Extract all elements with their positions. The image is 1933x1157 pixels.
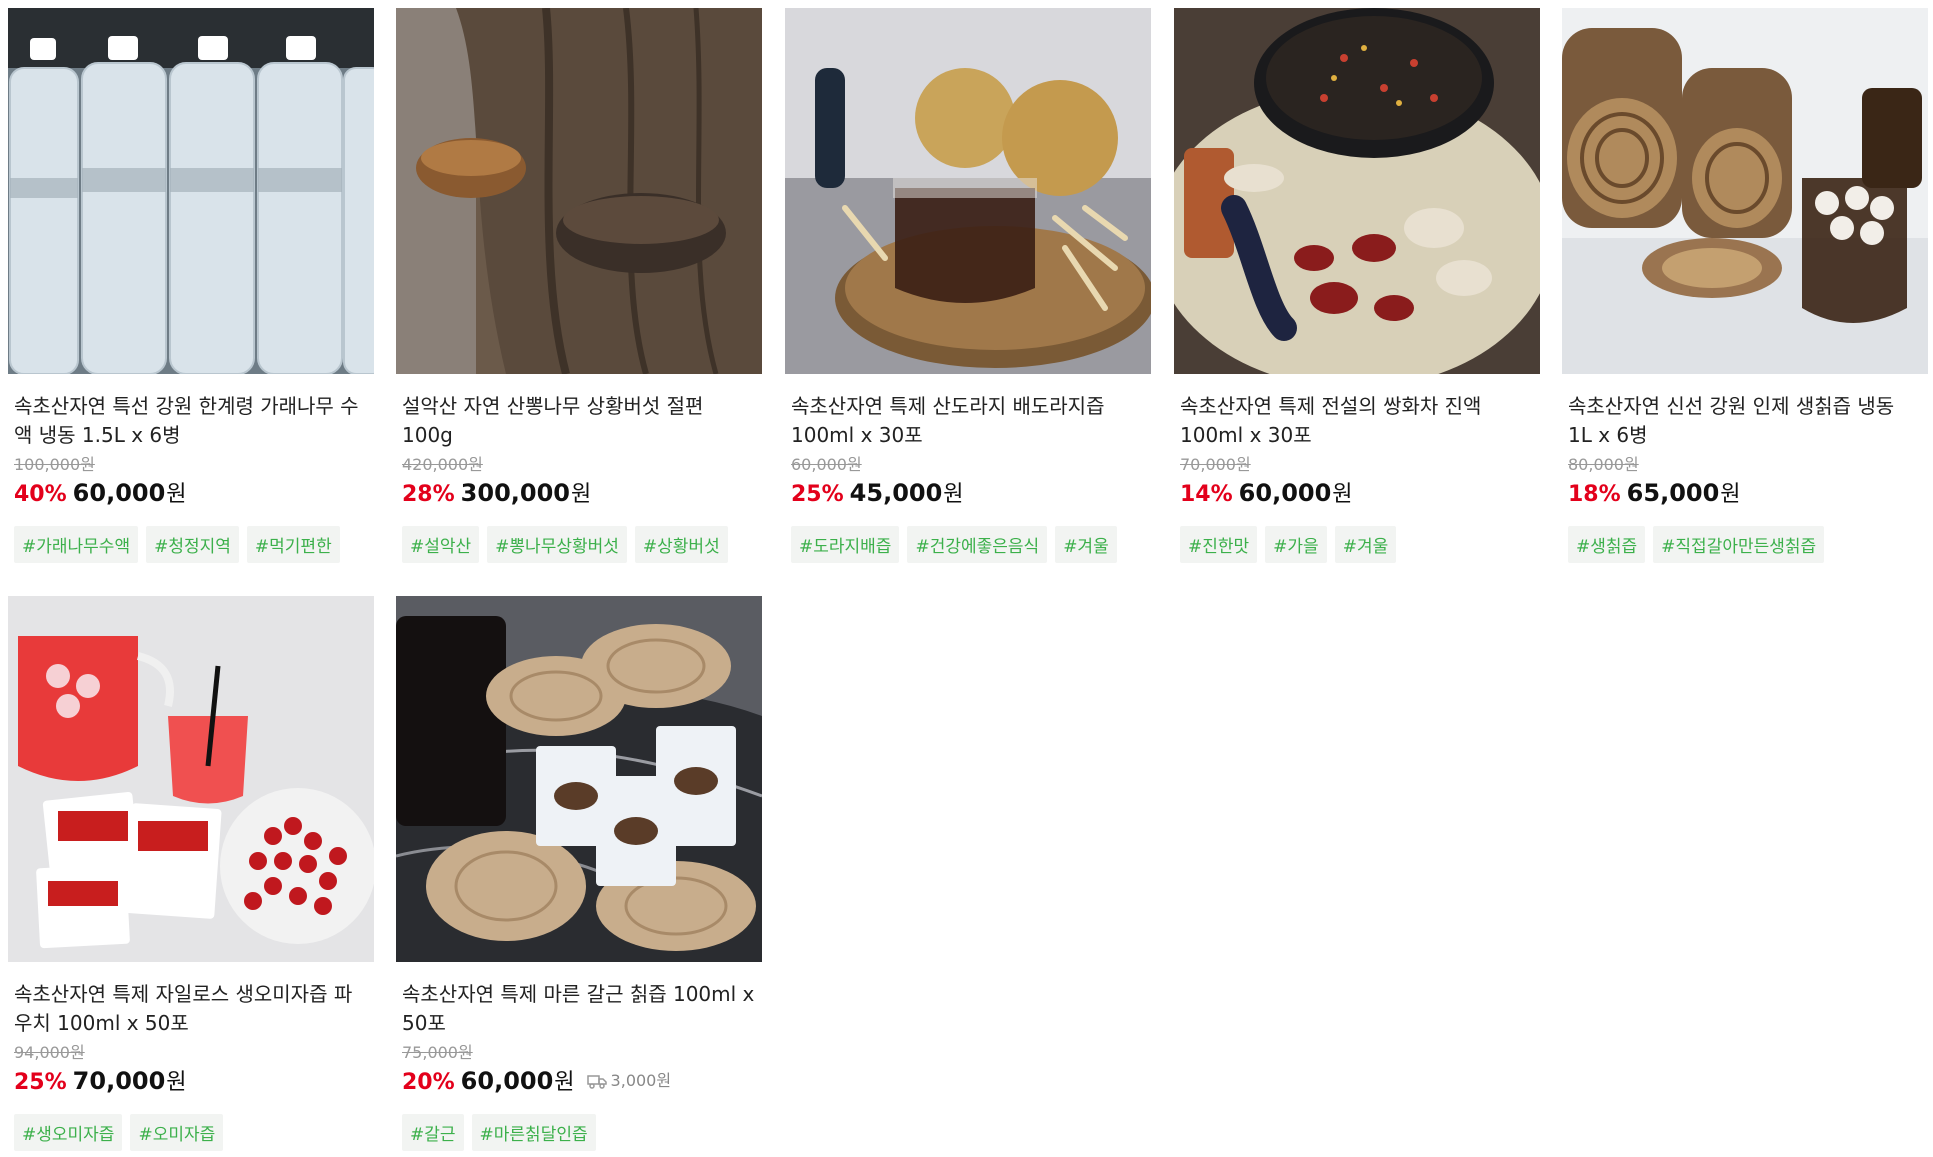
tag-chip[interactable]: #오미자즙 bbox=[130, 1114, 224, 1151]
tag-chip[interactable]: #가래나무수액 bbox=[14, 526, 139, 563]
discount-rate: 25% bbox=[14, 1070, 67, 1095]
tag-chip[interactable]: #직접갈아만든생칡즙 bbox=[1653, 526, 1825, 563]
tag-chip[interactable]: #설악산 bbox=[402, 526, 480, 563]
discount-rate: 25% bbox=[791, 482, 844, 507]
product-card[interactable]: 속초산자연 특제 산도라지 배도라지즙 100ml x 30포 60,000원 … bbox=[785, 8, 1151, 563]
currency-unit: 원 bbox=[1332, 482, 1353, 507]
discount-rate: 18% bbox=[1568, 482, 1621, 507]
tag-chip[interactable]: #겨울 bbox=[1334, 526, 1397, 563]
original-price: 75,000원 bbox=[402, 1043, 473, 1062]
tag-chip[interactable]: #갈근 bbox=[402, 1114, 464, 1151]
product-grid: 속초산자연 특선 강원 한계령 가래나무 수액 냉동 1.5L x 6병 100… bbox=[0, 0, 1933, 1157]
original-price: 94,000원 bbox=[14, 1043, 85, 1062]
tag-chip[interactable]: #마른칡달인즙 bbox=[471, 1114, 596, 1151]
tag-list: #진한맛 #가을 #겨울 bbox=[1180, 526, 1534, 563]
product-card[interactable]: 속초산자연 신선 강원 인제 생칡즙 냉동 1L x 6병 80,000원 18… bbox=[1562, 8, 1928, 563]
delivery-truck-icon bbox=[586, 1075, 607, 1089]
tag-chip[interactable]: #건강에좋은음식 bbox=[907, 526, 1048, 563]
currency-unit: 원 bbox=[554, 1070, 575, 1095]
tag-chip[interactable]: #생오미자즙 bbox=[14, 1114, 123, 1151]
product-title[interactable]: 속초산자연 특제 전설의 쌍화차 진액 100ml x 30포 bbox=[1180, 392, 1534, 450]
product-card[interactable]: 속초산자연 특선 강원 한계령 가래나무 수액 냉동 1.5L x 6병 100… bbox=[8, 8, 374, 563]
currency-unit: 원 bbox=[570, 482, 592, 507]
tag-chip[interactable]: #겨울 bbox=[1055, 526, 1117, 563]
currency-unit: 원 bbox=[1720, 482, 1741, 507]
currency-unit: 원 bbox=[943, 482, 964, 507]
currency-unit: 원 bbox=[166, 482, 187, 507]
original-price: 60,000원 bbox=[791, 455, 862, 474]
tag-list: #도라지배즙 #건강에좋은음식 #겨울 bbox=[791, 526, 1145, 563]
tag-list: #생칡즙 #직접갈아만든생칡즙 bbox=[1568, 526, 1922, 563]
tag-chip[interactable]: #상황버섯 bbox=[634, 526, 728, 563]
product-title[interactable]: 속초산자연 특선 강원 한계령 가래나무 수액 냉동 1.5L x 6병 bbox=[14, 392, 368, 450]
product-title[interactable]: 속초산자연 특제 자일로스 생오미자즙 파우치 100ml x 50포 bbox=[14, 980, 368, 1038]
original-price: 70,000원 bbox=[1180, 455, 1251, 474]
tag-chip[interactable]: #진한맛 bbox=[1180, 526, 1258, 563]
product-image[interactable] bbox=[1562, 8, 1928, 374]
product-image[interactable] bbox=[1174, 8, 1540, 374]
original-price: 420,000원 bbox=[402, 455, 483, 474]
tag-chip[interactable]: #뽕나무상황버섯 bbox=[487, 526, 627, 563]
product-image[interactable] bbox=[8, 596, 374, 962]
tag-chip[interactable]: #먹기편한 bbox=[246, 526, 340, 563]
tag-chip[interactable]: #청정지역 bbox=[146, 526, 239, 563]
tag-list: #가래나무수액 #청정지역 #먹기편한 bbox=[14, 526, 368, 563]
product-image[interactable] bbox=[396, 596, 762, 962]
sale-price: 60,000 bbox=[1238, 479, 1332, 507]
tag-list: #갈근 #마른칡달인즙 bbox=[402, 1114, 756, 1151]
tag-chip[interactable]: #생칡즙 bbox=[1568, 526, 1646, 563]
discount-rate: 14% bbox=[1180, 482, 1233, 507]
currency-unit: 원 bbox=[166, 1070, 187, 1095]
tag-list: #생오미자즙 #오미자즙 bbox=[14, 1114, 368, 1151]
sale-price: 60,000 bbox=[72, 479, 166, 507]
tag-chip[interactable]: #도라지배즙 bbox=[791, 526, 900, 563]
product-title[interactable]: 속초산자연 특제 마른 갈근 칡즙 100ml x 50포 bbox=[402, 980, 756, 1038]
sale-price: 65,000 bbox=[1626, 479, 1720, 507]
discount-rate: 28% bbox=[402, 482, 455, 507]
discount-rate: 40% bbox=[14, 482, 67, 507]
sale-price: 70,000 bbox=[72, 1067, 166, 1095]
product-card[interactable]: 설악산 자연 산뽕나무 상황버섯 절편 100g 420,000원 28% 30… bbox=[396, 8, 762, 563]
product-title[interactable]: 속초산자연 신선 강원 인제 생칡즙 냉동 1L x 6병 bbox=[1568, 392, 1922, 450]
product-card[interactable]: 속초산자연 특제 자일로스 생오미자즙 파우치 100ml x 50포 94,0… bbox=[8, 596, 374, 1151]
product-image[interactable] bbox=[396, 8, 762, 374]
original-price: 100,000원 bbox=[14, 455, 95, 474]
product-title[interactable]: 속초산자연 특제 산도라지 배도라지즙 100ml x 30포 bbox=[791, 392, 1145, 450]
tag-chip[interactable]: #가을 bbox=[1265, 526, 1327, 563]
sale-price: 60,000 bbox=[460, 1067, 554, 1095]
original-price: 80,000원 bbox=[1568, 455, 1639, 474]
shipping-fee-text: 3,000원 bbox=[610, 1071, 672, 1090]
sale-price: 45,000 bbox=[849, 479, 943, 507]
discount-rate: 20% bbox=[402, 1070, 455, 1095]
product-card[interactable]: 속초산자연 특제 마른 갈근 칡즙 100ml x 50포 75,000원 20… bbox=[396, 596, 762, 1151]
shipping-fee: 3,000원 bbox=[586, 1064, 672, 1098]
product-title[interactable]: 설악산 자연 산뽕나무 상황버섯 절편 100g bbox=[402, 392, 756, 450]
sale-price: 300,000 bbox=[460, 479, 570, 507]
tag-list: #설악산 #뽕나무상황버섯 #상황버섯 bbox=[402, 526, 756, 563]
product-image[interactable] bbox=[785, 8, 1151, 374]
product-card[interactable]: 속초산자연 특제 전설의 쌍화차 진액 100ml x 30포 70,000원 … bbox=[1174, 8, 1540, 563]
product-image[interactable] bbox=[8, 8, 374, 374]
